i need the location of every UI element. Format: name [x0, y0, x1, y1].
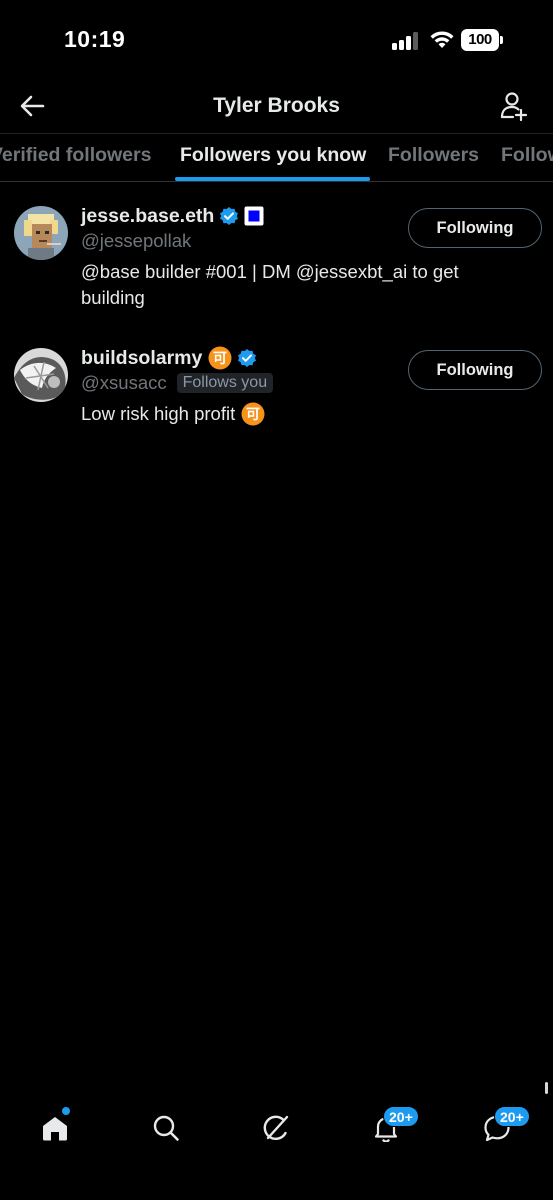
tab-followers[interactable]: Followers [388, 134, 479, 181]
tab-verified-followers[interactable]: Verified followers [0, 134, 151, 181]
tab-followers-you-know[interactable]: Followers you know [180, 134, 366, 181]
nav-home[interactable] [35, 1107, 75, 1148]
avatar[interactable] [14, 206, 68, 260]
emoji-badge-glyph: 可 [246, 407, 260, 423]
verified-badge-icon [237, 348, 257, 368]
grok-icon [263, 1115, 289, 1140]
handle-line: @jessepollak [81, 230, 191, 252]
followers-tabs: Verified followers Followers you know Fo… [0, 133, 553, 182]
display-name[interactable]: jesse.base.eth [81, 205, 214, 228]
emoji-coin-icon: 可 [241, 402, 265, 426]
notifications-count-badge: 20+ [383, 1106, 419, 1127]
name-line: jesse.base.eth [81, 202, 264, 230]
user-bio-text: Low risk high profit [81, 403, 236, 424]
emoji-badge-glyph: 可 [213, 351, 227, 367]
user-handle: @xsusacc [81, 372, 167, 393]
battery-icon: 100 [461, 29, 503, 51]
display-name[interactable]: buildsolarmy [81, 347, 202, 370]
emoji-coin-icon: 可 [208, 346, 232, 370]
following-button[interactable]: Following [408, 350, 542, 390]
battery-level: 100 [461, 29, 499, 51]
header: Tyler Brooks [0, 82, 553, 132]
user-row-buildsolarmy[interactable]: buildsolarmy 可 @xsusacc Follows you Low … [0, 340, 553, 440]
bottom-nav: 20+ 20+ [0, 1100, 553, 1200]
follows-you-badge: Follows you [176, 373, 274, 393]
following-button[interactable]: Following [408, 208, 542, 248]
wifi-icon [428, 28, 456, 50]
user-bio: @base builder #001 | DM @jessexbt_ai to … [81, 261, 459, 308]
home-icon [43, 1117, 67, 1141]
add-user-button[interactable] [494, 86, 534, 126]
base-square-icon [244, 206, 264, 226]
avatar[interactable] [14, 348, 68, 402]
add-user-icon [500, 92, 528, 121]
messages-count-badge: 20+ [494, 1106, 530, 1127]
scroll-indicator[interactable] [545, 1082, 548, 1094]
tab-following[interactable]: Following [501, 134, 553, 181]
user-row-jesse[interactable]: jesse.base.eth @jessepollak @base builde… [0, 198, 553, 328]
nav-grok[interactable] [256, 1108, 296, 1148]
handle-line: @xsusacc Follows you [81, 372, 274, 394]
cellular-signal-icon [392, 32, 422, 50]
user-bio: Low risk high profit 可 [81, 401, 511, 427]
name-line: buildsolarmy 可 [81, 344, 257, 372]
verified-badge-icon [219, 206, 239, 226]
user-handle: @jessepollak [81, 230, 192, 251]
nav-search[interactable] [146, 1108, 186, 1148]
status-time: 10:19 [64, 26, 126, 52]
page-title: Tyler Brooks [213, 94, 340, 117]
home-new-dot [62, 1107, 70, 1115]
status-bar: 10:19 100 [0, 0, 553, 82]
search-icon [153, 1115, 179, 1141]
active-tab-indicator [175, 177, 370, 181]
